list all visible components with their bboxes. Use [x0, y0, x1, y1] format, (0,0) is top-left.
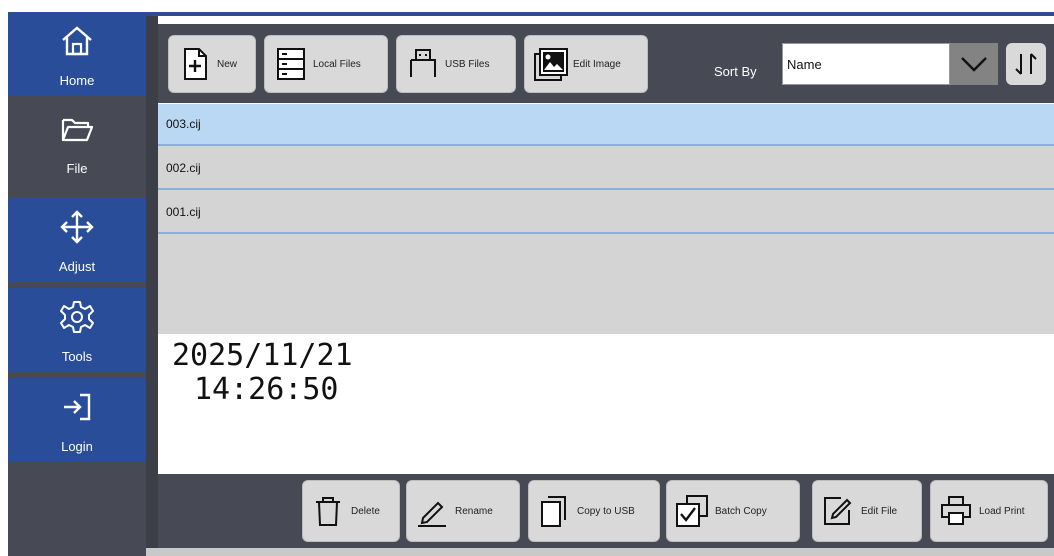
home-icon — [62, 26, 92, 56]
preview-date: 2025/11/21 — [172, 338, 353, 373]
sort-order-icon — [1015, 53, 1037, 75]
usb-icon — [410, 49, 436, 77]
new-file-icon — [184, 48, 207, 80]
load-print-button[interactable]: Load Print — [930, 480, 1048, 542]
folder-icon — [61, 118, 94, 142]
sidebar-item-label: File — [66, 161, 88, 176]
delete-button[interactable]: Delete — [302, 480, 400, 542]
file-row[interactable]: 001.cij — [158, 192, 1054, 234]
sidebar-item-label: Home — [59, 73, 95, 88]
sort-by-select[interactable]: Name — [782, 43, 950, 85]
sidebar-item-adjust[interactable]: Adjust — [8, 198, 146, 282]
file-row[interactable]: 003.cij — [158, 104, 1054, 146]
load-print-label: Load Print — [979, 505, 1025, 517]
edit-file-button[interactable]: Edit File — [812, 480, 922, 542]
copy-to-usb-button[interactable]: Copy to USB — [528, 480, 660, 542]
file-name: 002.cij — [166, 161, 201, 175]
sort-dropdown-button[interactable] — [950, 43, 998, 85]
batch-copy-icon — [676, 495, 708, 527]
printer-icon — [941, 496, 971, 525]
sort-order-button[interactable] — [1006, 43, 1046, 85]
sidebar-item-label: Login — [61, 439, 93, 454]
file-list: 003.cij 002.cij 001.cij — [158, 104, 1054, 334]
rename-button[interactable]: Rename — [406, 480, 520, 542]
delete-label: Delete — [351, 505, 380, 517]
local-files-label: Local Files — [313, 58, 361, 70]
edit-file-icon — [824, 497, 852, 525]
new-label: New — [217, 58, 238, 70]
login-icon — [64, 393, 91, 421]
sidebar-item-login[interactable]: Login — [8, 378, 146, 462]
batch-copy-label: Batch Copy — [715, 505, 767, 517]
bottom-edge — [146, 548, 1054, 556]
sidebar-item-label: Tools — [61, 349, 93, 364]
new-button[interactable]: New — [168, 35, 256, 93]
edit-file-label: Edit File — [861, 505, 898, 517]
gear-icon — [60, 301, 94, 333]
sidebar: Home File Adjust Tools Login — [8, 12, 146, 556]
file-row[interactable]: 002.cij — [158, 148, 1054, 190]
file-preview: 2025/11/21 14:26:50 — [158, 334, 1054, 474]
trash-icon — [316, 497, 340, 526]
sidebar-item-home[interactable]: Home — [8, 12, 146, 96]
sidebar-divider — [146, 12, 158, 556]
top-edge — [146, 12, 1054, 16]
local-files-button[interactable]: Local Files — [264, 35, 388, 93]
storage-icon — [277, 48, 305, 80]
file-name: 003.cij — [166, 117, 201, 131]
sort-by-value: Name — [787, 56, 822, 72]
sort-by-label: Sort By — [714, 64, 757, 79]
chevron-down-icon — [961, 57, 987, 72]
usb-files-button[interactable]: USB Files — [396, 35, 516, 93]
file-name: 001.cij — [166, 205, 201, 219]
rename-label: Rename — [455, 505, 493, 517]
sidebar-item-file[interactable]: File — [8, 100, 146, 184]
edit-image-label: Edit Image — [573, 58, 621, 70]
batch-copy-button[interactable]: Batch Copy — [666, 480, 800, 542]
file-actions-bar: Delete Rename Copy to USB Batch Copy Edi… — [158, 474, 1054, 548]
copy-icon — [541, 496, 566, 527]
usb-files-label: USB Files — [445, 58, 490, 70]
file-toolbar: New Local Files USB Files Edit Image Sor… — [158, 24, 1054, 103]
image-icon — [534, 48, 568, 81]
preview-time: 14:26:50 — [194, 372, 339, 407]
sidebar-item-tools[interactable]: Tools — [8, 288, 146, 372]
sidebar-item-label: Adjust — [58, 259, 96, 274]
copy-to-usb-label: Copy to USB — [577, 505, 635, 517]
edit-image-button[interactable]: Edit Image — [524, 35, 648, 93]
pencil-icon — [418, 501, 446, 527]
move-icon — [60, 210, 94, 244]
